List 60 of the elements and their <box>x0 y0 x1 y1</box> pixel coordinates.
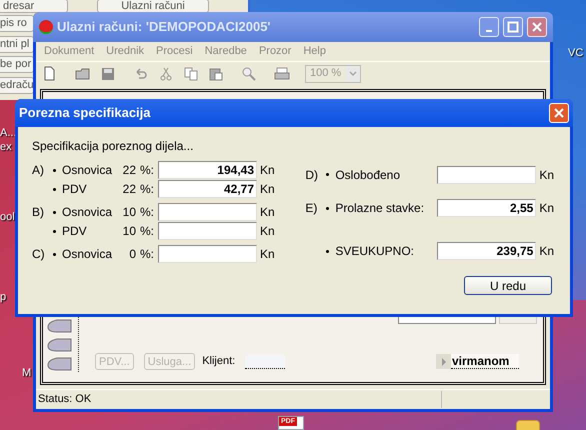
rate-text: 10 <box>122 223 137 240</box>
rate-text: 0 <box>128 246 137 263</box>
menu-item[interactable]: Dokument <box>44 43 94 60</box>
value-field[interactable]: 42,77 <box>158 180 257 198</box>
rate-text: 22 <box>122 181 137 198</box>
field-label: Osnovica <box>62 204 114 221</box>
menu-item[interactable]: Help <box>303 43 326 60</box>
currency-text: Kn <box>259 204 275 221</box>
background-button[interactable]: be por <box>0 56 34 73</box>
value-field[interactable]: 2,55 <box>437 199 536 218</box>
field-label: Osnovica <box>62 162 114 179</box>
field-label: Osnovica <box>62 246 114 263</box>
section-label: D) <box>305 166 319 184</box>
currency-text: Kn <box>259 162 275 179</box>
rate-text: 22 <box>122 162 137 179</box>
field-label: PDV <box>62 181 88 198</box>
status-text: Status: OK <box>36 391 442 408</box>
currency-text: Kn <box>259 223 275 240</box>
menu-item[interactable]: Prozor <box>258 43 292 60</box>
field-label: PDV <box>62 223 88 240</box>
value-field[interactable]: 239,75 <box>437 242 536 260</box>
desktop-icon-label[interactable]: M <box>22 368 32 379</box>
unit-text: %: <box>140 162 156 179</box>
desktop-icon-label[interactable]: p <box>0 292 6 303</box>
desktop-icon-label[interactable]: ex <box>0 142 12 153</box>
unit-text: %: <box>140 181 156 198</box>
section-label: E) <box>305 200 318 218</box>
unit-text: %: <box>140 204 156 221</box>
menu-item[interactable]: Urednik <box>106 43 144 60</box>
menu-item[interactable]: Procesi <box>156 43 193 60</box>
rate-text: 10 <box>122 204 137 221</box>
payment-field[interactable]: virmanom <box>451 354 519 369</box>
dialog-heading: Specifikacija poreznog dijela... <box>32 138 194 155</box>
field-label: Prolazne stavke: <box>335 200 426 218</box>
currency-text: Kn <box>259 246 275 263</box>
background-button[interactable]: edraču <box>0 77 34 94</box>
section-label: B) <box>32 204 45 221</box>
desktop-icon-label[interactable]: A... <box>0 128 17 139</box>
unit-text: %: <box>140 223 156 240</box>
ok-button[interactable]: U redu <box>464 276 552 295</box>
background-button[interactable]: pis ro <box>0 15 34 32</box>
background-button[interactable]: Ulazni računi <box>97 0 209 13</box>
background-button[interactable]: ntni pl <box>0 36 34 53</box>
currency-text: Kn <box>259 181 275 198</box>
window-title: Ulazni računi: 'DEMOPODACI2005' <box>57 18 272 36</box>
section-label: A) <box>32 162 45 179</box>
field-label: SVEUKUPNO: <box>335 243 415 260</box>
desktop-icon-label[interactable]: ool <box>0 212 15 223</box>
currency-text: Kn <box>538 243 554 260</box>
currency-text: Kn <box>538 166 554 184</box>
value-field[interactable]: 194,43 <box>158 161 257 179</box>
section-label: C) <box>32 246 46 263</box>
unit-text: %: <box>140 246 156 263</box>
menu-item[interactable]: Naredbe <box>204 43 247 60</box>
dialog-title: Porezna specifikacija <box>19 104 152 122</box>
field-label: Oslobođeno <box>335 166 402 184</box>
client-label: Klijent: <box>202 354 236 370</box>
background-button[interactable]: dresar <box>0 0 68 13</box>
desktop-icon-label[interactable]: VC <box>568 48 584 59</box>
currency-text: Kn <box>538 200 554 218</box>
